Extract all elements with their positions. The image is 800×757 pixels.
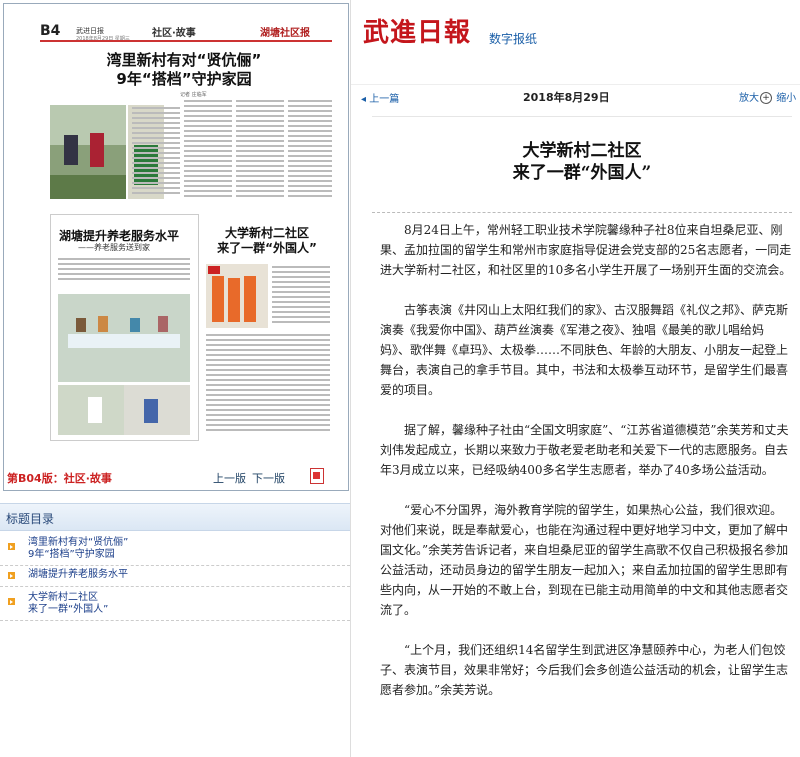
arrow-bullet-icon xyxy=(8,598,15,605)
digital-newspaper-label: 数字报纸 xyxy=(489,32,538,46)
title-divider xyxy=(372,212,792,213)
toc-item[interactable]: 湖塘提升养老服务水平 xyxy=(0,566,350,587)
next-page-link[interactable]: 下一版 xyxy=(252,470,285,486)
thumbnail-byline: 记者 庄临军 xyxy=(180,92,207,98)
toc-item[interactable]: 湾里新村有对“贤伉俪” 9年“搭档”守护家园 xyxy=(0,533,350,566)
thumbnail-photo-students xyxy=(206,264,268,328)
thumbnail-headline-2-sub: ——养老服务送到家 xyxy=(78,243,150,252)
article-content: 大学新村二社区 来了一群“外国人” 8月24日上午，常州轻工职业技术学院馨缘种子… xyxy=(372,116,792,757)
arrow-bullet-icon xyxy=(8,572,15,579)
article-body: 8月24日上午，常州轻工职业技术学院馨缘种子社8位来自坦桑尼亚、刚果、孟加拉国的… xyxy=(380,220,792,720)
thumbnail-headline-1[interactable]: 湾里新村有对“贤伉俪” 9年“搭档”守护家园 xyxy=(64,51,304,89)
issue-date: 2018年8月29日 xyxy=(523,91,610,104)
zoom-in-label[interactable]: 放大 xyxy=(739,93,759,104)
thumbnail-photo-checkup xyxy=(58,385,190,435)
thumbnail-text-article-2 xyxy=(58,258,190,283)
thumbnail-rule xyxy=(40,40,332,42)
left-panel: B4 武进日报 2018年8月29日 星期三 社区·故事 湖塘社区报 湾里新村有… xyxy=(0,0,350,757)
zoom-in-icon[interactable]: + xyxy=(760,92,772,104)
thumbnail-section: 社区·故事 xyxy=(152,28,196,39)
thumbnail-text-article-3a xyxy=(272,266,330,326)
thumbnail-text-col-3 xyxy=(236,100,284,200)
prev-page-link[interactable]: 上一版 xyxy=(213,470,246,486)
article-paragraph: “爱心不分国界，海外教育学院的留学生，如果热心公益，我们很欢迎。对他们来说，既是… xyxy=(380,503,789,617)
thumbnail-text-col-1 xyxy=(132,107,180,197)
arrow-bullet-icon xyxy=(8,543,15,550)
thumbnail-text-article-3b xyxy=(206,334,330,434)
thumbnail-photo-elderly xyxy=(58,294,190,382)
toc-item-label[interactable]: 大学新村二社区 来了一群“外国人” xyxy=(28,592,108,616)
thumbnail-header: B4 武进日报 2018年8月29日 星期三 社区·故事 湖塘社区报 xyxy=(4,4,348,44)
article-title: 大学新村二社区 来了一群“外国人” xyxy=(512,141,652,183)
article-paragraph: 古筝表演《井冈山上太阳红我们的家》、古汉服舞蹈《礼仪之邦》、萨克斯演奏《我爱你中… xyxy=(380,303,789,397)
right-panel: 武進日報 数字报纸 ◂ 上一篇 2018年8月29日 放大 + 缩小 大学新村二社… xyxy=(350,0,800,757)
thumbnail-page-number: B4 xyxy=(40,23,61,39)
prev-article-link[interactable]: ◂ 上一篇 xyxy=(361,90,399,105)
thumbnail-text-col-4 xyxy=(288,100,332,200)
article-paragraph: 据了解，馨缘种子社由“全国文明家庭”、“江苏省道德模范”余芙芳和丈夫刘伟发起成立… xyxy=(380,423,789,477)
thumbnail-photo-couple xyxy=(50,105,126,199)
pdf-icon[interactable] xyxy=(310,468,324,484)
article-paragraph: “上个月，我们还组织14名留学生到武进区净慧颐养中心，为老人们包饺子、表演节目，… xyxy=(380,643,789,697)
toc-header: 标题目录 xyxy=(0,503,350,531)
zoom-controls: 放大 + 缩小 xyxy=(739,89,796,104)
toc-item-label[interactable]: 湾里新村有对“贤伉俪” 9年“搭档”守护家园 xyxy=(28,537,128,561)
article-paragraph: 8月24日上午，常州轻工职业技术学院馨缘种子社8位来自坦桑尼亚、刚果、孟加拉国的… xyxy=(380,223,792,277)
zoom-out-label[interactable]: 缩小 xyxy=(776,93,796,104)
toc-item-label[interactable]: 湖塘提升养老服务水平 xyxy=(28,569,128,581)
thumbnail-right-label: 湖塘社区报 xyxy=(260,28,310,39)
toc-title: 标题目录 xyxy=(6,512,55,526)
page-section-label: 第B04版：社区·故事 xyxy=(7,472,112,485)
thumbnail-text-col-2 xyxy=(184,100,232,200)
thumbnail-headline-3[interactable]: 大学新村二社区 来了一群“外国人” xyxy=(208,226,326,256)
page-thumbnail[interactable]: B4 武进日报 2018年8月29日 星期三 社区·故事 湖塘社区报 湾里新村有… xyxy=(3,3,349,491)
newspaper-logo: 武進日報 xyxy=(363,18,472,48)
thumbnail-footer: 第B04版：社区·故事 上一版 下一版 xyxy=(4,456,348,490)
article-nav-bar: ◂ 上一篇 2018年8月29日 放大 + 缩小 xyxy=(351,84,800,107)
toc-item[interactable]: 大学新村二社区 来了一群“外国人” xyxy=(0,588,350,621)
